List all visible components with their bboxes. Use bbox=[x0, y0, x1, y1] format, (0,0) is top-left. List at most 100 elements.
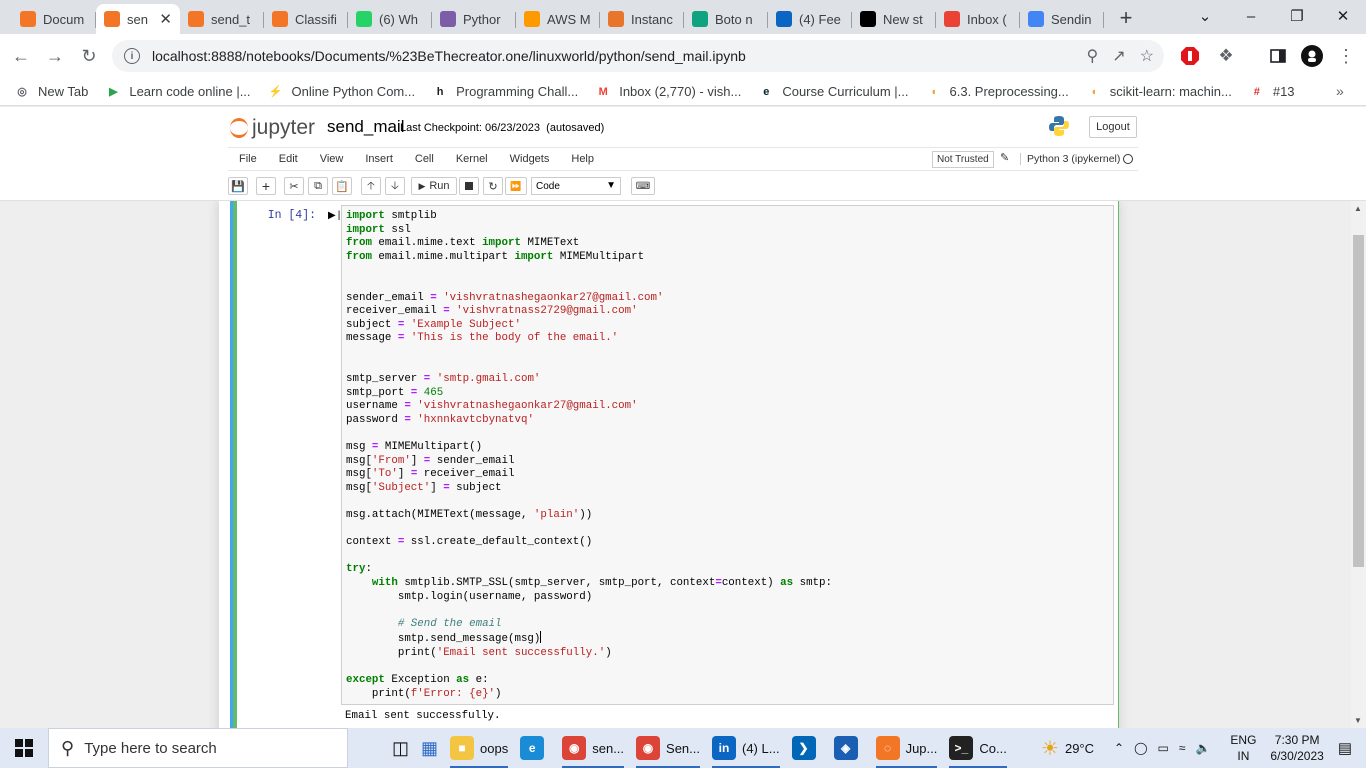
bookmark-item[interactable]: hProgramming Chall... bbox=[432, 84, 578, 100]
menu-edit[interactable]: Edit bbox=[279, 153, 298, 165]
python-course-icon bbox=[440, 11, 456, 27]
jupyter-logo[interactable]: jupyter bbox=[230, 116, 315, 140]
bookmark-item[interactable]: MInbox (2,770) - vish... bbox=[595, 84, 741, 100]
minimize-button[interactable]: – bbox=[1228, 0, 1274, 32]
menu-file[interactable]: File bbox=[239, 153, 257, 165]
vertical-scrollbar[interactable]: ▲ ▼ bbox=[1351, 201, 1366, 728]
taskbar-app[interactable]: in(4) L... bbox=[706, 728, 786, 768]
share-icon[interactable]: ↗ bbox=[1112, 46, 1125, 66]
side-panel-icon[interactable] bbox=[1266, 44, 1290, 68]
code-editor[interactable]: import smtplib import ssl from email.mim… bbox=[341, 205, 1114, 705]
browser-tab[interactable]: sen✕ bbox=[96, 4, 180, 34]
browser-tab[interactable]: New st bbox=[852, 4, 936, 34]
browser-tab[interactable]: Docum bbox=[12, 4, 96, 34]
trust-button[interactable]: Not Trusted bbox=[932, 151, 994, 168]
scroll-thumb[interactable] bbox=[1353, 235, 1364, 567]
language-indicator[interactable]: ENG IN bbox=[1230, 732, 1256, 764]
bookmark-star-icon[interactable]: ☆ bbox=[1140, 46, 1154, 66]
wifi-icon[interactable]: ≈ bbox=[1179, 741, 1186, 755]
vscode-icon[interactable]: ❯ bbox=[786, 728, 828, 768]
network-icon[interactable]: ◯ bbox=[1134, 741, 1147, 755]
extensions-puzzle-icon[interactable]: ❖ bbox=[1214, 44, 1238, 68]
browser-tab[interactable]: Pythor bbox=[432, 4, 516, 34]
browser-tab[interactable]: (4) Fee bbox=[768, 4, 852, 34]
profile-avatar[interactable] bbox=[1300, 44, 1324, 68]
back-icon[interactable]: ← bbox=[4, 39, 38, 73]
browser-tab[interactable]: Instanc bbox=[600, 4, 684, 34]
battery-icon[interactable]: ▭ bbox=[1158, 741, 1169, 755]
menu-insert[interactable]: Insert bbox=[365, 153, 393, 165]
browser-tab[interactable]: send_t bbox=[180, 4, 264, 34]
bookmark-item[interactable]: ⚡Online Python Com... bbox=[268, 84, 416, 100]
reload-icon[interactable]: ↻ bbox=[72, 39, 106, 73]
address-bar[interactable]: i localhost:8888/notebooks/Documents/%23… bbox=[112, 40, 1164, 72]
edge-icon[interactable]: e bbox=[514, 728, 556, 768]
taskbar-app[interactable]: ◌Jup... bbox=[870, 728, 944, 768]
restart-run-all-icon[interactable]: ⏩ bbox=[505, 177, 527, 195]
bookmark-item[interactable]: ##13 bbox=[1249, 84, 1295, 100]
paste-icon[interactable]: 📋 bbox=[332, 177, 352, 195]
move-down-icon[interactable]: 🡣 bbox=[385, 177, 405, 195]
widgets-icon[interactable]: ▦ bbox=[415, 728, 444, 768]
browser-tab[interactable]: Classifi bbox=[264, 4, 348, 34]
bookmark-item[interactable]: eCourse Curriculum |... bbox=[758, 84, 908, 100]
tray-overflow-icon[interactable]: ⌃ bbox=[1114, 741, 1124, 755]
run-cell-icon[interactable]: ▶ | bbox=[328, 210, 340, 221]
menu-help[interactable]: Help bbox=[571, 153, 594, 165]
taskbar-app[interactable]: >_Co... bbox=[943, 728, 1012, 768]
browser-menu-icon[interactable]: ⋮ bbox=[1334, 44, 1358, 68]
stop-icon[interactable] bbox=[459, 177, 479, 195]
weather-temp[interactable]: 29°C bbox=[1065, 741, 1094, 756]
run-button[interactable]: ▶ Run bbox=[411, 177, 457, 195]
zoom-icon[interactable]: ⚲ bbox=[1087, 46, 1099, 66]
move-up-icon[interactable]: 🡡 bbox=[361, 177, 381, 195]
cut-icon[interactable]: ✂ bbox=[284, 177, 304, 195]
save-icon[interactable]: 💾 bbox=[228, 177, 248, 195]
browser-tab[interactable]: Boto n bbox=[684, 4, 768, 34]
taskbar-app[interactable]: ■oops bbox=[444, 728, 514, 768]
add-cell-icon[interactable]: + bbox=[256, 177, 276, 195]
adblock-extension-icon[interactable] bbox=[1178, 44, 1202, 68]
scroll-up-icon[interactable]: ▲ bbox=[1354, 204, 1362, 213]
close-window-button[interactable]: ✕ bbox=[1320, 0, 1366, 32]
command-palette-icon[interactable]: ⌨ bbox=[631, 177, 655, 195]
bookmark-item[interactable]: ▶Learn code online |... bbox=[105, 84, 250, 100]
taskbar-app[interactable]: ◉sen... bbox=[556, 728, 630, 768]
scroll-down-icon[interactable]: ▼ bbox=[1354, 716, 1362, 725]
clock[interactable]: 7:30 PM 6/30/2023 bbox=[1270, 732, 1323, 764]
bookmarks-overflow-icon[interactable]: » bbox=[1336, 83, 1344, 99]
logout-button[interactable]: Logout bbox=[1089, 116, 1137, 138]
chrome-icon: ◉ bbox=[636, 736, 660, 760]
notebook-area[interactable]: In [4]: ▶ | import smtplib import ssl fr… bbox=[0, 201, 1351, 728]
cell-type-select[interactable]: Code ▼ bbox=[531, 177, 621, 195]
weather-icon[interactable]: ☀ bbox=[1041, 736, 1059, 761]
browser-tab[interactable]: (6) Wh bbox=[348, 4, 432, 34]
close-tab-icon[interactable]: ✕ bbox=[159, 10, 172, 28]
restart-icon[interactable]: ↻ bbox=[483, 177, 503, 195]
copy-icon[interactable]: ⧉ bbox=[308, 177, 328, 195]
bookmark-item[interactable]: ◎New Tab bbox=[14, 84, 88, 100]
menu-view[interactable]: View bbox=[320, 153, 344, 165]
maximize-button[interactable]: ❐ bbox=[1274, 0, 1320, 32]
taskbar-app[interactable]: ◉Sen... bbox=[630, 728, 706, 768]
tab-search-icon[interactable]: ⌄ bbox=[1182, 0, 1228, 32]
forward-icon[interactable]: → bbox=[38, 39, 72, 73]
bookmark-item[interactable]: ◖6.3. Preprocessing... bbox=[926, 84, 1069, 100]
notification-icon[interactable]: ▤ bbox=[1338, 739, 1352, 757]
browser-tab[interactable]: AWS M bbox=[516, 4, 600, 34]
site-info-icon[interactable]: i bbox=[124, 48, 140, 64]
bookmark-item[interactable]: ◖scikit-learn: machin... bbox=[1086, 84, 1232, 100]
menu-cell[interactable]: Cell bbox=[415, 153, 434, 165]
browser-tab[interactable]: Sendin bbox=[1020, 4, 1104, 34]
task-view-icon[interactable]: ◫ bbox=[386, 728, 415, 768]
menu-widgets[interactable]: Widgets bbox=[510, 153, 550, 165]
new-tab-button[interactable]: + bbox=[1112, 4, 1140, 32]
menu-kernel[interactable]: Kernel bbox=[456, 153, 488, 165]
notebook-name[interactable]: send_mail bbox=[327, 117, 405, 137]
kernel-name[interactable]: Python 3 (ipykernel) bbox=[1020, 153, 1120, 165]
browser-tab[interactable]: Inbox ( bbox=[936, 4, 1020, 34]
security-icon[interactable]: ◈ bbox=[828, 728, 870, 768]
taskbar-search-box[interactable]: ⚲ Type here to search bbox=[48, 728, 348, 768]
start-button[interactable] bbox=[0, 728, 48, 768]
volume-icon[interactable]: 🔈 bbox=[1195, 741, 1210, 755]
